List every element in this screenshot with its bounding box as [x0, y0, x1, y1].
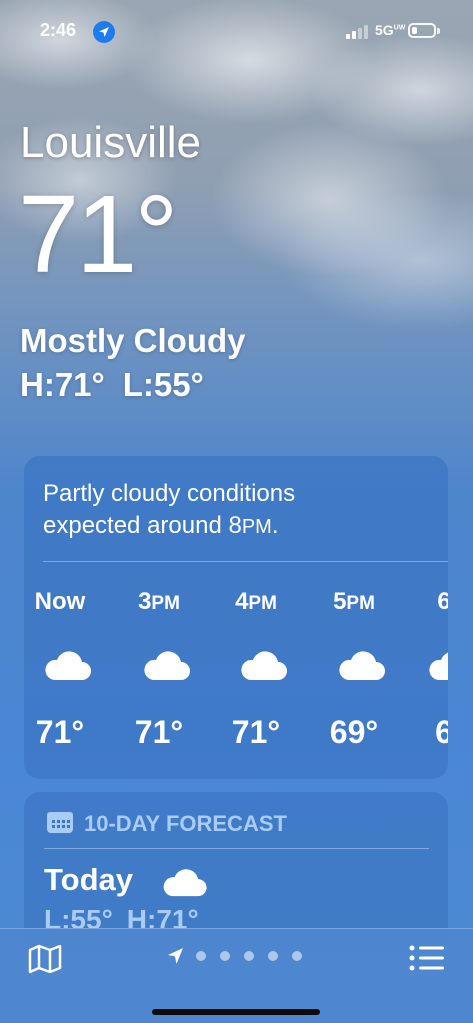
hour-temp: 71°	[134, 714, 184, 750]
card-divider	[44, 848, 429, 849]
battery-icon	[408, 23, 436, 38]
hour-label: 4PM	[235, 588, 277, 615]
page-dot[interactable]	[196, 951, 206, 961]
hour-item-partial: 6 6	[404, 588, 448, 750]
cloud-icon	[160, 866, 208, 906]
summary-line-2: expected around 8PM.	[43, 512, 279, 539]
condition-text: Mostly Cloudy	[20, 322, 246, 359]
hour-temp: 71°	[35, 714, 85, 750]
cloud-icon	[238, 648, 288, 687]
map-icon[interactable]	[28, 944, 62, 974]
ten-day-header: 10-DAY FORECAST	[46, 810, 287, 840]
card-divider	[43, 561, 448, 562]
weather-screen: 2:46 5GUW Louisville 71° Mostly Cloudy H…	[0, 0, 473, 1023]
hour-item: 4PM 71°	[216, 588, 296, 750]
cellular-signal-icon	[346, 25, 368, 39]
hour-label: 5PM	[333, 588, 375, 615]
city-name: Louisville	[20, 118, 201, 167]
high-temp: H:71°	[20, 366, 105, 403]
hour-temp: 71°	[231, 714, 281, 750]
list-icon[interactable]	[409, 944, 445, 972]
status-bar: 2:46 5GUW	[0, 0, 473, 60]
day-label: Today	[44, 862, 133, 897]
page-dot[interactable]	[244, 951, 254, 961]
cloud-icon	[336, 648, 386, 687]
ten-day-title: 10-DAY FORECAST	[84, 811, 287, 836]
summary-line-1: Partly cloudy conditions	[43, 480, 296, 507]
network-type: 5GUW	[375, 22, 406, 38]
location-arrow-icon[interactable]	[167, 947, 185, 970]
hourly-forecast-card[interactable]: Partly cloudy conditions expected around…	[24, 456, 448, 779]
calendar-icon	[46, 810, 74, 840]
high-low: H:71° L:55°	[20, 366, 222, 404]
hour-item: 3PM 71°	[119, 588, 199, 750]
bottom-toolbar	[0, 928, 473, 1023]
forecast-summary: Partly cloudy conditions expected around…	[43, 478, 423, 543]
home-indicator[interactable]	[152, 1009, 320, 1015]
battery-nub	[437, 28, 440, 34]
page-dot[interactable]	[268, 951, 278, 961]
hour-temp: 69°	[329, 714, 379, 750]
low-temp: L:55°	[122, 366, 204, 403]
current-temperature: 71°	[18, 173, 178, 296]
status-time: 2:46	[40, 20, 77, 40]
hour-item: Now 71°	[24, 588, 100, 750]
page-dot[interactable]	[292, 951, 302, 961]
hour-label: 3PM	[138, 588, 180, 615]
hour-temp: 6	[435, 714, 448, 750]
ten-day-row-today: Today	[44, 862, 207, 898]
cloud-icon	[141, 648, 191, 687]
location-services-icon	[93, 21, 115, 43]
page-dot[interactable]	[220, 951, 230, 961]
cloud-icon	[426, 648, 448, 687]
hour-item: 5PM 69°	[314, 588, 394, 750]
hour-label: 6	[437, 588, 448, 615]
cloud-icon	[42, 648, 92, 687]
hour-label: Now	[34, 588, 86, 615]
